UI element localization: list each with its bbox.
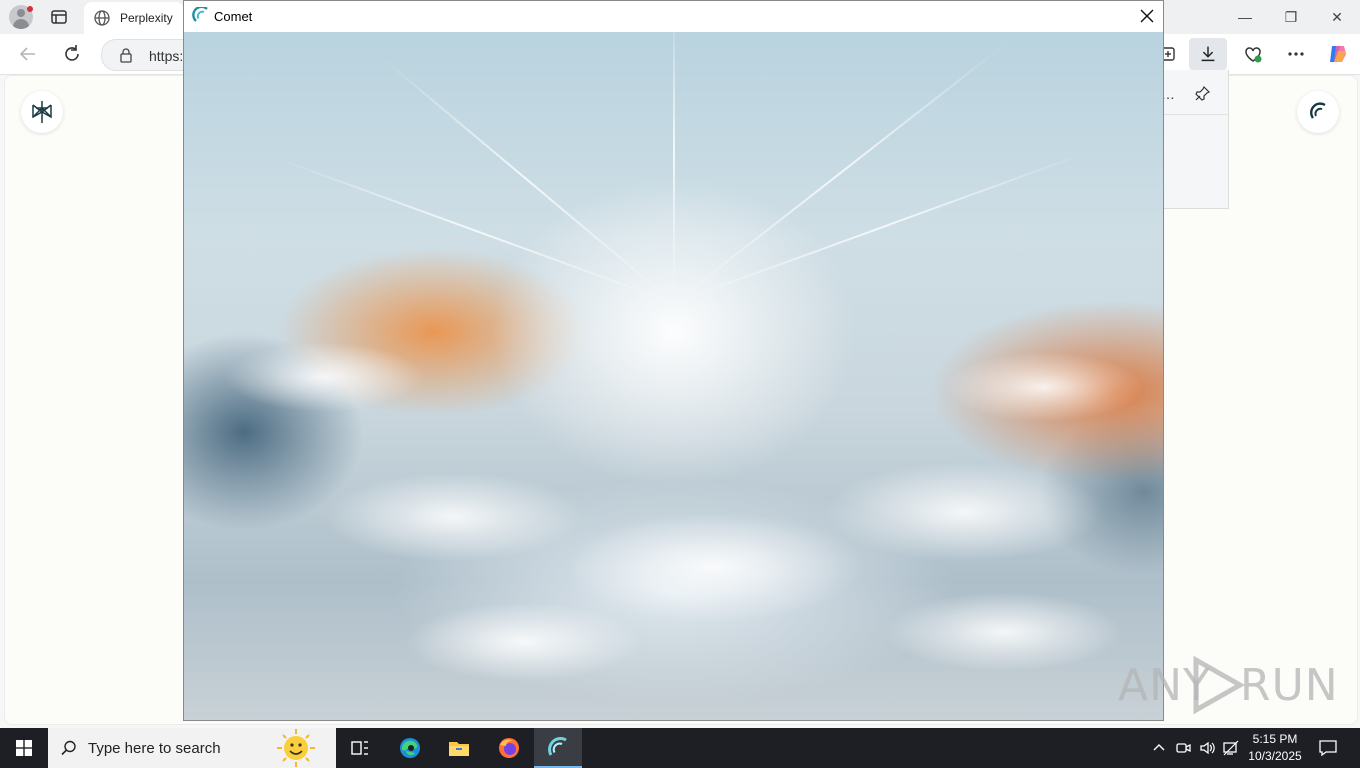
cloud [944,352,1144,422]
sky-splash-image [184,32,1163,720]
watermark-text-right: RUN [1240,660,1339,711]
folder-icon [449,742,469,756]
anyrun-watermark: ANY RUN [1118,654,1338,714]
perplexity-logo-icon[interactable] [21,91,63,133]
comet-taskbar-button[interactable] [534,728,582,768]
chevron-up-icon[interactable] [1150,739,1168,757]
weather-sun-icon[interactable] [266,728,326,768]
edge-taskbar-button[interactable] [386,728,434,768]
light-ray [673,151,1088,304]
cloud [404,602,644,682]
download-icon [1201,46,1215,62]
cloud [884,592,1124,672]
search-icon [61,740,76,756]
taskbar-search-box[interactable]: Type here to search [48,728,336,768]
tab-title: Perplexity [120,11,173,25]
comet-logo-icon[interactable] [1297,91,1339,133]
globe-icon [94,10,110,26]
search-placeholder: Type here to search [88,740,221,757]
comet-window-title: Comet [214,9,253,24]
cloud [224,342,424,412]
pin-icon[interactable] [1193,85,1211,103]
light-ray [382,57,675,304]
light-ray [673,32,675,303]
firefox-taskbar-button[interactable] [485,728,533,768]
file-explorer-taskbar-button[interactable] [435,728,483,768]
task-view-button[interactable] [336,728,384,768]
network-icon[interactable] [1222,739,1240,757]
play-icon [1193,656,1246,714]
notification-center-icon[interactable] [1318,738,1338,758]
comet-title-bar[interactable]: Comet [184,1,1163,32]
cloud [564,512,864,622]
download-button[interactable] [1189,38,1227,70]
lock-icon [120,48,132,63]
tab-perplexity[interactable]: Perplexity [84,2,184,34]
downloads-panel: … [1160,70,1229,209]
clock-time: 5:15 PM [1252,732,1298,746]
clock-date: 10/3/2025 [1248,749,1302,763]
browser-essentials-icon[interactable] [1241,42,1265,66]
address-text: https: [149,48,184,64]
restore-button[interactable]: ❐ [1280,6,1302,28]
meet-now-icon[interactable] [1174,739,1192,757]
start-button[interactable] [0,728,48,768]
firefox-icon [499,738,519,758]
comet-icon [548,737,567,756]
close-icon[interactable] [1137,6,1157,26]
taskbar: Type here to search 5:15 PM 10/3/2025 [0,728,1360,768]
volume-icon[interactable] [1198,739,1216,757]
light-ray [278,158,675,304]
more-icon[interactable] [1284,42,1308,66]
refresh-icon[interactable] [60,42,84,66]
light-ray [673,43,1006,304]
cloud [824,462,1104,562]
back-icon[interactable] [16,42,40,66]
cloud [324,472,584,562]
windows-icon [16,740,32,756]
divider [1161,114,1227,115]
copilot-icon[interactable] [1326,42,1350,66]
minimize-button[interactable]: — [1234,6,1256,28]
tab-actions-icon[interactable] [50,8,68,26]
taskbar-clock[interactable]: 5:15 PM 10/3/2025 [1240,731,1310,765]
task-view-icon [351,741,368,755]
comet-window: Comet [183,0,1164,721]
comet-app-icon [192,7,208,22]
edge-icon [400,738,420,758]
close-browser-button[interactable]: ✕ [1326,6,1348,28]
notification-dot [27,6,33,12]
